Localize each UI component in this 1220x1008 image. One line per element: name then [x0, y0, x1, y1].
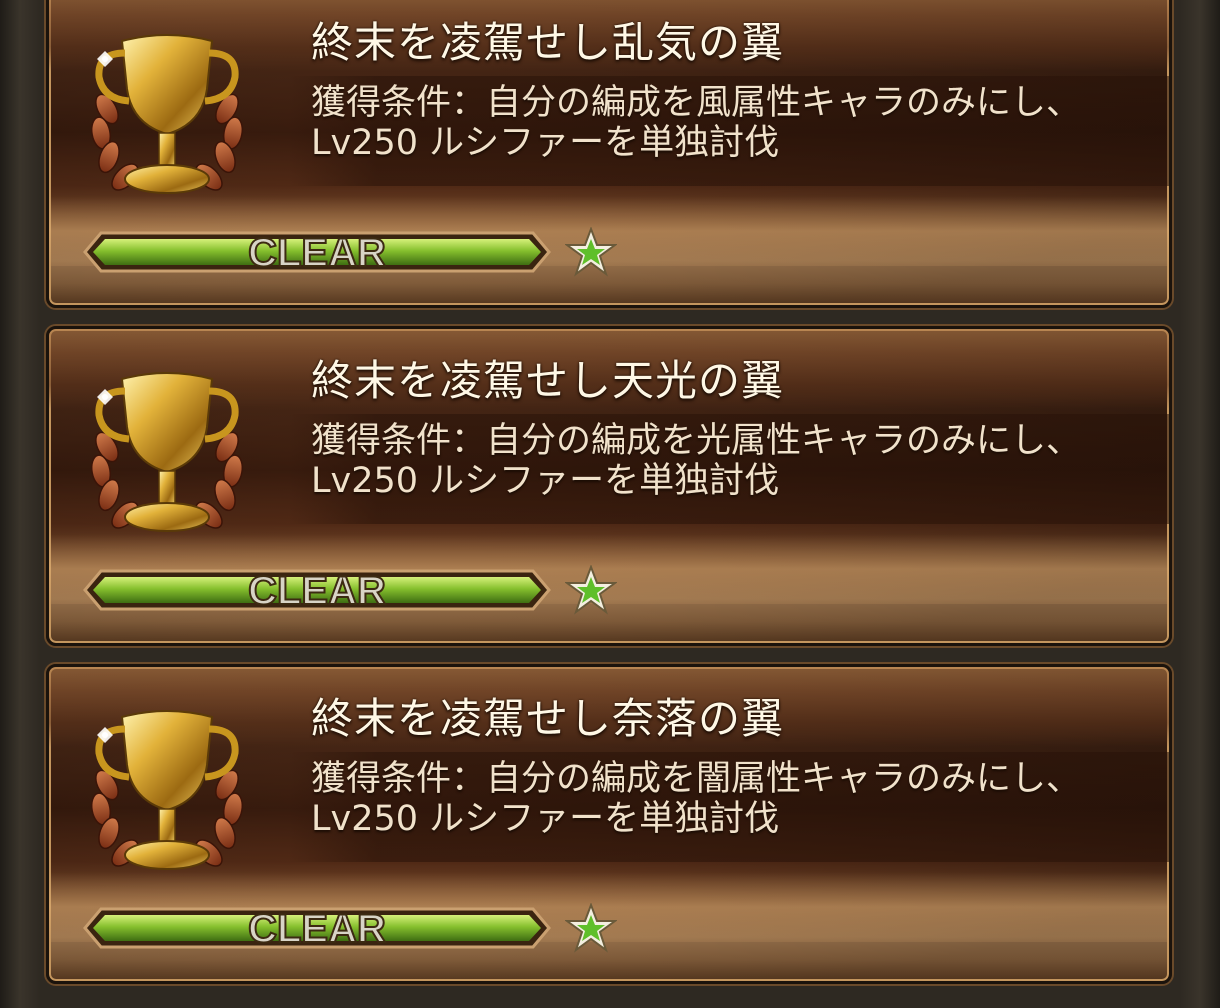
- condition-line-2: Lv250 ルシファーを単独討伐: [311, 123, 780, 163]
- clear-label: CLEAR: [248, 231, 386, 275]
- star-icon: [565, 565, 617, 615]
- star-icon: [565, 227, 617, 277]
- achievement-card[interactable]: 終末を凌駕せし奈落の翼 獲得条件：自分の編成を闇属性キャラのみにし、 Lv250…: [46, 664, 1172, 984]
- condition-line-1: 獲得条件：自分の編成を闇属性キャラのみにし、: [311, 759, 1082, 799]
- achievement-condition: 獲得条件：自分の編成を闇属性キャラのみにし、 Lv250 ルシファーを単独討伐: [311, 759, 1081, 839]
- achievement-title: 終末を凌駕せし乱気の翼: [311, 18, 785, 67]
- achievement-card[interactable]: 終末を凌駕せし天光の翼 獲得条件：自分の編成を光属性キャラのみにし、 Lv250…: [46, 326, 1172, 646]
- achievement-list[interactable]: 終末を凌駕せし乱気の翼 獲得条件：自分の編成を風属性キャラのみにし、 Lv250…: [46, 0, 1172, 1002]
- achievement-title: 終末を凌駕せし天光の翼: [311, 356, 785, 405]
- condition-line-2: Lv250 ルシファーを単独討伐: [311, 461, 780, 501]
- clear-progress-bar: CLEAR: [83, 230, 551, 275]
- clear-label: CLEAR: [248, 569, 386, 613]
- achievement-card[interactable]: 終末を凌駕せし乱気の翼 獲得条件：自分の編成を風属性キャラのみにし、 Lv250…: [46, 0, 1172, 308]
- condition-line-1: 獲得条件：自分の編成を光属性キャラのみにし、: [311, 421, 1082, 461]
- trophy-icon: [90, 34, 244, 194]
- achievement-condition: 獲得条件：自分の編成を風属性キャラのみにし、 Lv250 ルシファーを単独討伐: [311, 83, 1081, 163]
- star-icon: [565, 903, 617, 953]
- condition-line-2: Lv250 ルシファーを単独討伐: [311, 799, 780, 839]
- clear-label: CLEAR: [248, 907, 386, 951]
- achievement-title: 終末を凌駕せし奈落の翼: [311, 694, 785, 743]
- clear-progress-bar: CLEAR: [83, 906, 551, 951]
- condition-line-1: 獲得条件：自分の編成を風属性キャラのみにし、: [311, 83, 1082, 123]
- clear-progress-bar: CLEAR: [83, 568, 551, 613]
- trophy-icon: [90, 372, 244, 532]
- trophy-icon: [90, 710, 244, 870]
- achievement-condition: 獲得条件：自分の編成を光属性キャラのみにし、 Lv250 ルシファーを単独討伐: [311, 421, 1081, 501]
